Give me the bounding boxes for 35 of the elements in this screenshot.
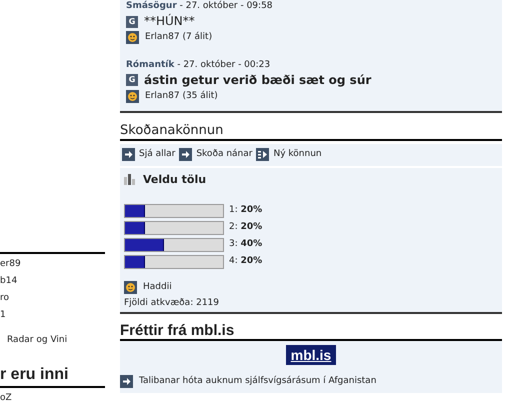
user-link[interactable]: b14 <box>0 275 105 288</box>
category-badge: G <box>126 16 138 28</box>
author-link[interactable]: Haddii <box>143 281 172 294</box>
story-title[interactable]: **HÚN** <box>144 14 195 29</box>
bar-chart-icon <box>124 174 135 186</box>
result-label: 4: 20% <box>229 255 262 268</box>
result-label: 3: 40% <box>229 238 262 252</box>
author-link[interactable]: Erlan87 (7 álit) <box>145 31 212 44</box>
poll-question: Veldu tölu <box>143 172 206 188</box>
vote-count: Fjöldi atkvæða: 2119 <box>124 296 220 310</box>
category-badge: G <box>126 74 138 86</box>
sidebar-heading: r eru inni <box>0 366 105 388</box>
author-link[interactable]: Erlan87 (35 álit) <box>145 90 218 103</box>
user-link[interactable]: ro <box>0 292 105 305</box>
poll-link[interactable]: Sjá allar <box>139 148 176 162</box>
poll-link[interactable]: Skoða nánar <box>196 148 252 162</box>
sidebar-note: Radar og Vini <box>6 334 68 347</box>
result-label: 1: 20% <box>229 204 262 218</box>
arrow-icon <box>122 148 135 162</box>
story-meta: Rómantík - 27. október - 00:23 <box>126 60 270 70</box>
mbl-logo[interactable]: mbl.is <box>286 345 336 365</box>
story-meta: Smásögur - 27. október - 09:58 <box>126 1 273 11</box>
section-heading: Skoðanakönnun <box>120 123 502 141</box>
result-label: 2: 20% <box>229 221 262 234</box>
smiley-icon <box>126 90 139 103</box>
news-link[interactable]: Talibanar hóta auknum sjálfsvígsárásum í Afganistan <box>139 375 376 388</box>
poll-link[interactable]: Ný könnun <box>273 148 322 162</box>
story-title[interactable]: ástin getur verið bæði sæt og súr <box>144 72 372 88</box>
user-link[interactable]: oZ <box>0 392 105 403</box>
arrow-icon <box>179 148 192 162</box>
smiley-icon <box>124 281 137 294</box>
user-link[interactable]: 1 <box>0 309 105 322</box>
user-link[interactable]: er89 <box>0 258 105 271</box>
smiley-icon <box>126 31 139 44</box>
arrow-icon <box>120 375 133 388</box>
